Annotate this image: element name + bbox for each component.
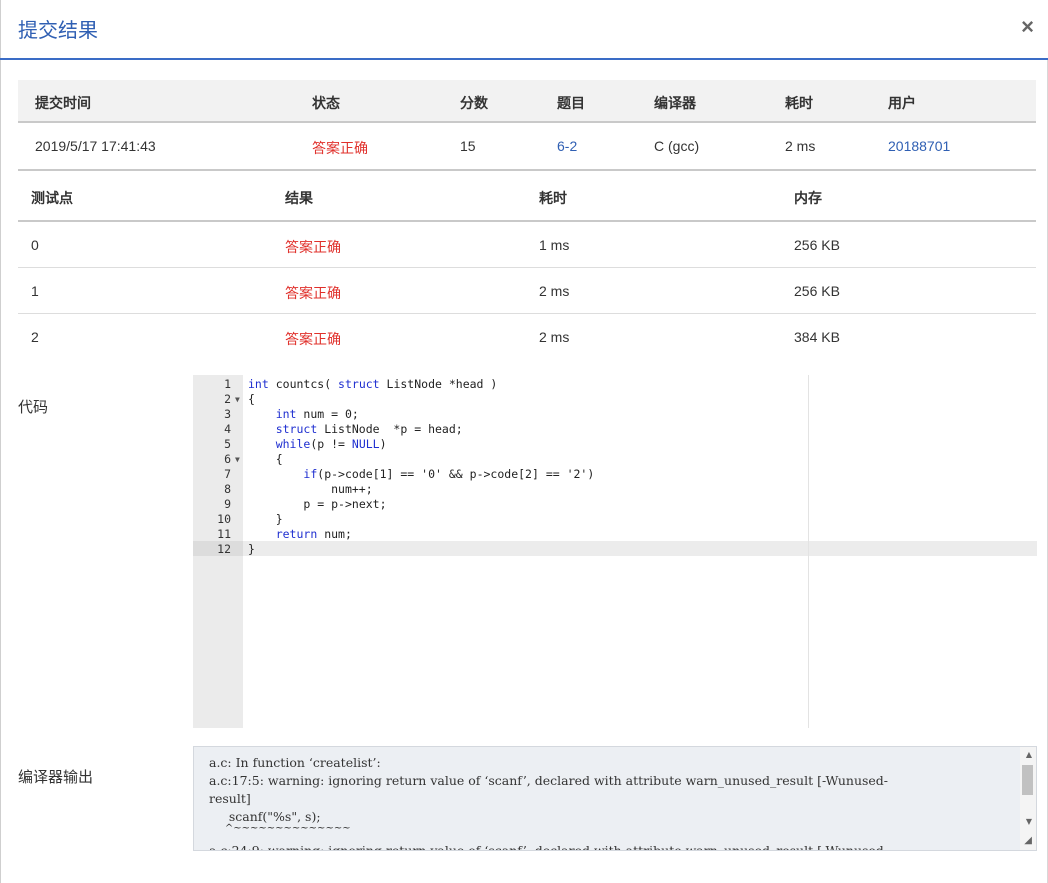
line-number: 9 xyxy=(224,497,231,511)
line-number: 7 xyxy=(224,467,231,481)
close-icon[interactable]: × xyxy=(1021,14,1034,40)
code-editor[interactable]: 1 int countcs( struct ListNode *head ) 2 ▼ {… xyxy=(193,375,1037,728)
left-edge xyxy=(0,0,1,883)
compiler-output-line: result] xyxy=(209,791,251,806)
compiler-output-line: a.c:17:5: warning: ignoring return value… xyxy=(209,773,889,788)
scroll-down-icon[interactable]: ▼ xyxy=(1026,817,1032,826)
summary-header-row: 提交时间 状态 分数 题目 编译器 耗时 用户 xyxy=(18,80,1036,122)
table-row: 0 答案正确 1 ms 256 KB xyxy=(18,222,1036,267)
compiler-output-label: 编译器输出 xyxy=(18,769,94,786)
code-label: 代码 xyxy=(18,399,49,416)
summary-header-status: 状态 xyxy=(312,95,340,111)
summary-header-score: 分数 xyxy=(460,95,488,111)
summary-header-problem: 题目 xyxy=(557,95,585,111)
code-line: return num; xyxy=(275,527,352,541)
problem-link[interactable]: 6-2 xyxy=(557,138,577,154)
line-number: 3 xyxy=(224,407,231,421)
line-number: 5 xyxy=(224,437,231,451)
code-line: struct ListNode *p = head; xyxy=(275,422,463,436)
code-line: { xyxy=(248,452,283,466)
testcase-memory: 256 KB xyxy=(794,283,840,299)
testcase-id: 2 xyxy=(31,329,39,345)
testcase-memory: 256 KB xyxy=(794,237,840,253)
print-margin xyxy=(808,375,809,728)
compiler-value: C (gcc) xyxy=(654,138,700,154)
active-line xyxy=(243,541,1037,556)
fold-arrow-icon[interactable]: ▼ xyxy=(235,395,240,404)
code-line: if(p->code[1] == '0' && p->code[2] == '2… xyxy=(303,467,595,481)
line-number: 1 xyxy=(224,377,231,391)
code-line: while(p != NULL) xyxy=(275,437,387,451)
testcase-header-time: 耗时 xyxy=(539,190,567,206)
line-number: 11 xyxy=(217,527,231,541)
summary-header-time-used: 耗时 xyxy=(785,95,813,111)
scroll-up-icon[interactable]: ▲ xyxy=(1026,750,1032,759)
fold-arrow-icon[interactable]: ▼ xyxy=(235,455,240,464)
dialog-title: 提交结果 xyxy=(18,20,98,42)
code-line: int num = 0; xyxy=(275,407,359,421)
testcase-header-result: 结果 xyxy=(285,190,313,206)
table-row: 2 答案正确 2 ms 384 KB xyxy=(18,314,1036,359)
testcase-result: 答案正确 xyxy=(285,239,341,255)
time-used-value: 2 ms xyxy=(785,138,816,154)
testcase-header-memory: 内存 xyxy=(794,190,822,206)
line-number: 6 xyxy=(224,452,231,466)
testcase-memory: 384 KB xyxy=(794,329,840,345)
table-row: 1 答案正确 2 ms 256 KB xyxy=(18,268,1036,313)
testcase-result: 答案正确 xyxy=(285,285,341,301)
compiler-output-line: a.c:24:9: warning: ignoring return value… xyxy=(209,843,889,851)
code-line: int countcs( struct ListNode *head ) xyxy=(248,377,498,391)
testcase-header-id: 测试点 xyxy=(31,190,73,206)
line-number: 10 xyxy=(217,512,231,526)
scroll-thumb[interactable] xyxy=(1022,765,1033,795)
compiler-output-line: a.c: In function ‘createlist’: xyxy=(209,755,381,770)
line-number: 2 xyxy=(224,392,231,406)
summary-header-user: 用户 xyxy=(888,95,916,111)
summary-header-compiler: 编译器 xyxy=(654,95,696,111)
compiler-output-line: scanf("%s", s); xyxy=(209,809,321,824)
code-line: p = p->next; xyxy=(303,497,387,511)
line-number: 12 xyxy=(217,542,231,556)
code-line: num++; xyxy=(331,482,373,496)
line-number: 4 xyxy=(224,422,231,436)
testcase-time: 1 ms xyxy=(539,237,570,253)
summary-row: 2019/5/17 17:41:43 答案正确 15 6-2 C (gcc) 2… xyxy=(18,123,1036,169)
status-badge: 答案正确 xyxy=(312,140,368,156)
testcase-id: 1 xyxy=(31,283,39,299)
code-line: } xyxy=(248,542,255,556)
testcase-result: 答案正确 xyxy=(285,331,341,347)
testcase-header-row: 测试点 结果 耗时 内存 xyxy=(18,171,1036,219)
compiler-output-line: ^~~~~~~~~~~~~~~ xyxy=(209,823,351,834)
compiler-output-box[interactable]: a.c: In function ‘createlist’: a.c:17:5:… xyxy=(193,746,1037,851)
output-scrollbar[interactable]: ▲ ▼ ◢ xyxy=(1020,747,1036,850)
code-line: } xyxy=(248,512,283,526)
dialog-header: 提交结果 × xyxy=(0,0,1048,60)
code-line: { xyxy=(248,392,255,406)
testcase-time: 2 ms xyxy=(539,283,570,299)
testcase-time: 2 ms xyxy=(539,329,570,345)
user-link[interactable]: 20188701 xyxy=(888,138,950,154)
testcase-id: 0 xyxy=(31,237,39,253)
submit-time: 2019/5/17 17:41:43 xyxy=(35,138,156,154)
line-number: 8 xyxy=(224,482,231,496)
resize-grip-icon[interactable]: ◢ xyxy=(1024,835,1032,846)
summary-header-time: 提交时间 xyxy=(35,95,91,111)
score-value: 15 xyxy=(460,138,476,154)
